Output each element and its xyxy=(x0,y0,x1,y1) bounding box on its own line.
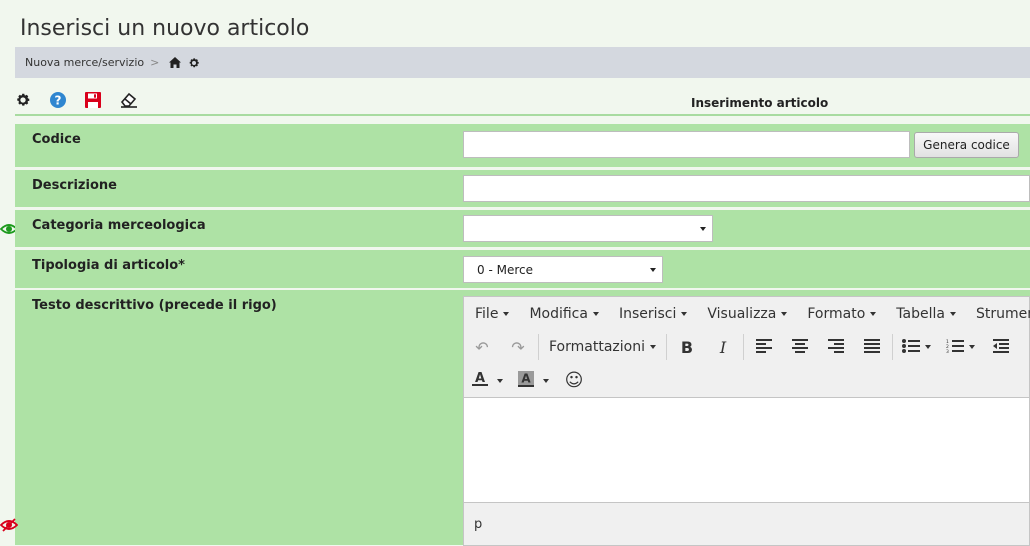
home-icon[interactable] xyxy=(169,57,182,68)
menu-inserisci[interactable]: Inserisci xyxy=(619,306,688,322)
rich-text-editor: File Modifica Inserisci Visualizza Forma… xyxy=(463,296,1030,546)
editor-toolbar-1: ↶ ↷ Formattazioni B I 123 xyxy=(464,330,1029,364)
svg-text:?: ? xyxy=(55,93,62,107)
section-title: Inserimento articolo xyxy=(691,96,829,110)
undo-button[interactable]: ↶ xyxy=(464,332,500,362)
toolbar-separator xyxy=(742,334,744,360)
svg-text:A: A xyxy=(474,371,484,386)
italic-icon: I xyxy=(719,337,727,357)
undo-icon: ↶ xyxy=(475,337,489,357)
eraser-icon xyxy=(120,92,138,112)
menu-strumenti[interactable]: Strumenti xyxy=(976,306,1030,322)
toolbar-separator xyxy=(891,334,893,360)
codice-label: Codice xyxy=(32,132,81,147)
outdent-icon xyxy=(992,338,1009,357)
chevron-down-icon xyxy=(496,378,503,383)
align-right-icon xyxy=(827,338,844,357)
background-color-button[interactable]: A xyxy=(510,366,556,396)
align-justify-icon xyxy=(863,338,880,357)
hidden-icon[interactable] xyxy=(0,517,19,532)
numbered-list-icon: 123 xyxy=(946,338,965,357)
tipologia-select[interactable]: 0 - Merce xyxy=(463,256,663,283)
editor-statusbar: p xyxy=(464,502,1029,545)
settings-button[interactable] xyxy=(15,92,50,112)
generate-code-button[interactable]: Genera codice xyxy=(914,132,1019,158)
chevron-down-icon xyxy=(681,311,688,316)
editor-menubar: File Modifica Inserisci Visualizza Forma… xyxy=(464,297,1030,330)
align-center-button[interactable] xyxy=(782,332,818,362)
breadcrumb: Nuova merce/servizio > xyxy=(15,47,1030,78)
align-left-icon xyxy=(755,338,772,357)
page-title: Inserisci un nuovo articolo xyxy=(20,16,310,41)
emoticons-button[interactable]: ☺ xyxy=(556,366,592,396)
categoria-select[interactable] xyxy=(463,215,713,242)
chevron-down-icon xyxy=(503,311,510,316)
svg-text:A: A xyxy=(521,371,531,385)
menu-formato[interactable]: Formato xyxy=(807,306,877,322)
reset-button[interactable] xyxy=(120,92,155,112)
help-icon: ? xyxy=(50,92,66,112)
chevron-down-icon xyxy=(542,378,549,383)
chevron-down-icon xyxy=(649,345,656,349)
testo-label: Testo descrittivo (precede il rigo) xyxy=(32,298,277,313)
bullet-list-icon xyxy=(902,338,921,357)
redo-button[interactable]: ↷ xyxy=(500,332,536,362)
chevron-down-icon xyxy=(969,345,976,349)
codice-input[interactable] xyxy=(463,131,910,158)
bold-button[interactable]: B xyxy=(669,332,705,362)
gear-icon xyxy=(15,92,31,112)
bullet-list-button[interactable] xyxy=(895,332,939,362)
background-color-icon: A xyxy=(517,370,534,391)
bold-icon: B xyxy=(680,337,694,357)
categoria-label: Categoria merceologica xyxy=(32,218,206,233)
chevron-down-icon xyxy=(650,268,656,272)
row-descrizione: Descrizione xyxy=(15,170,1030,207)
chevron-down-icon xyxy=(781,311,788,316)
editor-content[interactable] xyxy=(464,398,1029,496)
help-button[interactable]: ? xyxy=(50,92,85,112)
align-right-button[interactable] xyxy=(818,332,854,362)
row-codice: Codice Genera codice xyxy=(15,124,1030,167)
save-button[interactable] xyxy=(85,92,120,112)
chevron-down-icon xyxy=(925,345,932,349)
row-testo: Testo descrittivo (precede il rigo) File… xyxy=(15,290,1030,546)
descrizione-input[interactable] xyxy=(463,175,1030,202)
descrizione-label: Descrizione xyxy=(32,178,117,193)
menu-modifica[interactable]: Modifica xyxy=(529,306,599,322)
gear-icon[interactable] xyxy=(188,57,200,69)
italic-button[interactable]: I xyxy=(705,332,741,362)
align-left-button[interactable] xyxy=(746,332,782,362)
menu-file[interactable]: File xyxy=(475,306,510,322)
chevron-down-icon xyxy=(700,227,706,231)
text-color-button[interactable]: A xyxy=(464,366,510,396)
chevron-down-icon xyxy=(870,311,877,316)
formats-dropdown[interactable]: Formattazioni xyxy=(541,332,664,362)
align-center-icon xyxy=(791,338,808,357)
align-justify-button[interactable] xyxy=(854,332,890,362)
smiley-icon: ☺ xyxy=(564,370,584,391)
numbered-list-button[interactable]: 123 xyxy=(939,332,983,362)
chevron-down-icon xyxy=(949,311,956,316)
form-top-line xyxy=(15,114,1030,116)
toolbar: ? xyxy=(15,92,155,112)
menu-visualizza[interactable]: Visualizza xyxy=(707,306,788,322)
save-icon xyxy=(85,92,101,112)
menu-tabella[interactable]: Tabella xyxy=(896,306,956,322)
outdent-button[interactable] xyxy=(983,332,1019,362)
tipologia-label: Tipologia di articolo* xyxy=(32,258,185,273)
tipologia-selected: 0 - Merce xyxy=(477,262,533,277)
breadcrumb-item[interactable]: Nuova merce/servizio xyxy=(25,56,144,69)
svg-text:3: 3 xyxy=(946,349,949,353)
redo-icon: ↷ xyxy=(511,337,525,357)
editor-toolbar-2: A A ☺ xyxy=(464,364,1029,398)
row-categoria: Categoria merceologica xyxy=(15,210,1030,247)
toolbar-separator xyxy=(538,334,539,360)
text-color-icon: A xyxy=(471,371,488,391)
toolbar-separator xyxy=(665,334,667,360)
row-tipologia: Tipologia di articolo* 0 - Merce xyxy=(15,250,1030,288)
chevron-down-icon xyxy=(592,311,599,316)
breadcrumb-separator: > xyxy=(150,56,160,69)
element-path[interactable]: p xyxy=(474,517,482,532)
